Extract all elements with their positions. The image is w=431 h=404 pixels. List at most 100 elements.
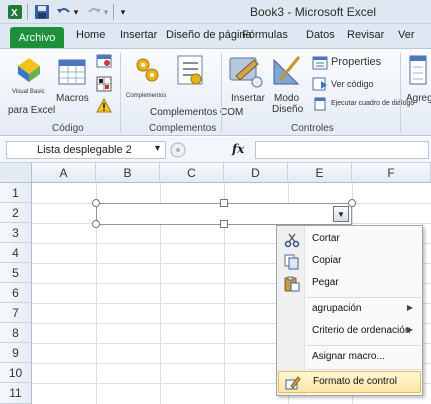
- format-control-icon: [285, 375, 301, 391]
- relative-references-icon[interactable]: [96, 76, 112, 95]
- select-all-corner[interactable]: [0, 163, 32, 183]
- resize-handle-top-right[interactable]: [348, 199, 356, 207]
- run-dialog-icon[interactable]: [314, 97, 326, 114]
- menu-item-criterio-ordenacion[interactable]: Criterio de ordenación ▶: [278, 321, 421, 343]
- macro-security-icon[interactable]: [96, 97, 112, 116]
- name-box[interactable]: Lista desplegable 2 ▾: [6, 141, 166, 159]
- insertar-label[interactable]: Insertar: [231, 93, 265, 104]
- properties-icon[interactable]: [312, 56, 328, 73]
- row-header-6[interactable]: 6: [0, 283, 32, 303]
- formula-input[interactable]: [255, 141, 429, 159]
- record-macro-icon[interactable]: [96, 54, 112, 71]
- save-icon[interactable]: [34, 3, 50, 21]
- column-header-d[interactable]: D: [224, 163, 288, 183]
- name-box-value: Lista desplegable 2: [37, 144, 132, 156]
- row-header-3[interactable]: 3: [0, 223, 32, 243]
- complementos-com-icon[interactable]: [176, 55, 204, 88]
- tab-insertar[interactable]: Insertar: [120, 29, 157, 41]
- xml-source-icon[interactable]: [408, 55, 428, 88]
- visual-basic-icon[interactable]: [14, 54, 44, 87]
- paste-icon: [284, 276, 300, 292]
- resize-handle-top-left[interactable]: [92, 199, 100, 207]
- tab-revisar[interactable]: Revisar: [347, 29, 384, 41]
- copy-icon: [284, 254, 300, 270]
- tab-formulas[interactable]: Fórmulas: [242, 29, 288, 41]
- insertar-controls-icon[interactable]: [228, 54, 264, 91]
- ribbon-tabs: Archivo Home Insertar Diseño de página F…: [0, 24, 431, 48]
- properties-label[interactable]: Properties: [331, 56, 381, 68]
- macros-icon[interactable]: [58, 59, 86, 88]
- excel-icon[interactable]: X: [8, 3, 22, 21]
- row-header-1[interactable]: 1: [0, 183, 32, 203]
- menu-item-label: Copiar: [312, 255, 342, 266]
- menu-item-cortar[interactable]: Cortar: [278, 229, 421, 251]
- row-header-11[interactable]: 11: [0, 383, 32, 404]
- tab-diseno-pagina[interactable]: Diseño de página: [166, 29, 252, 41]
- formula-bar: Lista desplegable 2 ▾ fx: [0, 137, 431, 163]
- group-codigo-title: Código: [52, 123, 84, 134]
- tab-archivo[interactable]: Archivo: [10, 27, 64, 48]
- diseno-label[interactable]: Diseño: [272, 104, 303, 115]
- row-header-5[interactable]: 5: [0, 263, 32, 283]
- tab-home[interactable]: Home: [76, 29, 105, 41]
- menu-item-formato-control[interactable]: Formato de control: [278, 371, 421, 393]
- column-header-c[interactable]: C: [160, 163, 224, 183]
- group-complementos-title: Complementos: [149, 123, 217, 134]
- title-separator: [27, 4, 28, 20]
- macros-label[interactable]: Macros: [56, 93, 89, 104]
- group-separator: [120, 53, 121, 133]
- redo-icon[interactable]: [86, 3, 102, 21]
- column-header-a[interactable]: A: [32, 163, 96, 183]
- menu-separator: [307, 369, 421, 370]
- menu-item-label: agrupación: [312, 303, 362, 314]
- menu-item-copiar[interactable]: Copiar: [278, 251, 421, 273]
- column-header-e[interactable]: E: [288, 163, 352, 183]
- menu-separator: [307, 345, 421, 346]
- visual-basic-label: Visual Basic: [12, 89, 45, 95]
- row-header-4[interactable]: 4: [0, 243, 32, 263]
- row-header-9[interactable]: 9: [0, 343, 32, 363]
- row-header-8[interactable]: 8: [0, 323, 32, 343]
- modo-label[interactable]: Modo: [274, 93, 299, 104]
- redo-dropdown-icon[interactable]: ▾: [102, 3, 110, 21]
- resize-handle-bottom[interactable]: [220, 220, 228, 228]
- tab-ver[interactable]: Ver: [398, 29, 415, 41]
- title-bar: X ▾ ▾ ▾ Book3 - Microsoft Excel: [0, 0, 431, 24]
- ver-codigo-label[interactable]: Ver código: [331, 79, 374, 89]
- title-separator: [113, 4, 114, 20]
- undo-dropdown-icon[interactable]: ▾: [72, 3, 80, 21]
- dropdown-arrow-icon[interactable]: ▼: [333, 206, 349, 222]
- complementos-com-label[interactable]: Complementos COM: [150, 107, 243, 118]
- svg-text:X: X: [11, 8, 18, 19]
- menu-item-pegar[interactable]: Pegar: [278, 273, 421, 295]
- complementos-button-label[interactable]: Complementos: [126, 93, 166, 99]
- group-separator: [221, 53, 222, 133]
- resize-handle-top[interactable]: [220, 199, 228, 207]
- menu-separator: [307, 297, 421, 298]
- group-separator: [400, 53, 401, 133]
- undo-icon[interactable]: [56, 3, 72, 21]
- scissors-icon: [284, 232, 300, 248]
- context-menu: Cortar Copiar Pegar agrupación ▶ Criteri…: [276, 225, 423, 396]
- group-controles-title: Controles: [291, 123, 334, 134]
- row-header-2[interactable]: 2: [0, 203, 32, 223]
- customize-toolbar-icon[interactable]: ▾: [118, 3, 128, 21]
- tab-datos[interactable]: Datos: [306, 29, 335, 41]
- submenu-arrow-icon: ▶: [406, 325, 413, 334]
- design-mode-icon[interactable]: [272, 54, 302, 89]
- formula-bar-splitter-icon[interactable]: [170, 142, 186, 161]
- resize-handle-bottom-left[interactable]: [92, 220, 100, 228]
- row-header-7[interactable]: 7: [0, 303, 32, 323]
- column-header-b[interactable]: B: [96, 163, 160, 183]
- insert-function-icon[interactable]: fx: [232, 142, 244, 156]
- row-header-10[interactable]: 10: [0, 363, 32, 383]
- ejecutar-dialogo-label[interactable]: Ejecutar cuadro de diálogo: [331, 100, 414, 107]
- menu-item-asignar-macro[interactable]: Asignar macro...: [278, 347, 421, 369]
- complementos-gear-icon[interactable]: [134, 55, 160, 86]
- submenu-arrow-icon: ▶: [406, 303, 413, 312]
- name-box-dropdown-icon[interactable]: ▾: [155, 143, 160, 154]
- column-header-f[interactable]: F: [352, 163, 431, 183]
- view-code-icon[interactable]: [312, 77, 328, 94]
- menu-item-agrupacion[interactable]: agrupación ▶: [278, 299, 421, 321]
- agregar-label[interactable]: Agreg: [406, 93, 431, 104]
